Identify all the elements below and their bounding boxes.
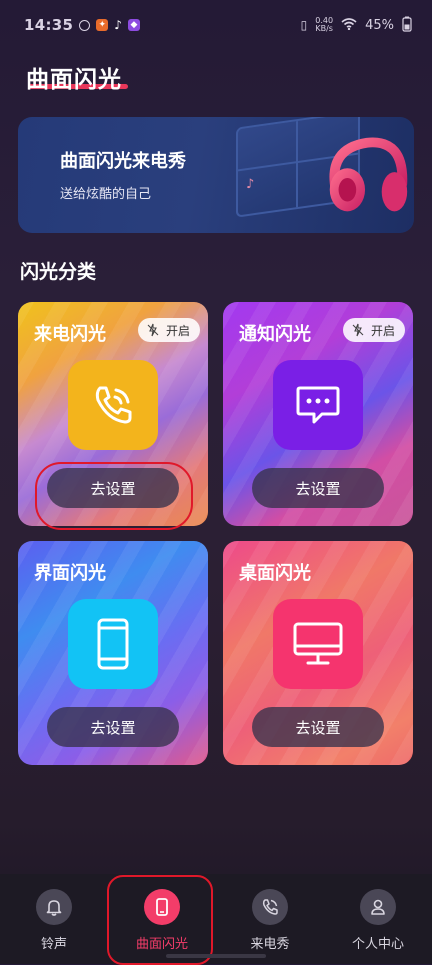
flash-off-icon [147, 323, 159, 337]
network-speed: 0.40 KB/s [315, 17, 333, 33]
banner[interactable]: ♪ 曲面闪光来电秀 送给炫酷的自己 [18, 117, 414, 233]
status-time: 14:35 [24, 16, 74, 34]
nav-label: 来电秀 [250, 937, 290, 952]
card-interface-flash[interactable]: 界面闪光 去设置 [18, 541, 208, 765]
card-title: 桌面闪光 [239, 563, 311, 584]
nav-label: 个人中心 [351, 937, 404, 952]
nav-item-call-show[interactable]: 来电秀 [216, 874, 324, 964]
vibrate-icon: ▯ [300, 18, 308, 32]
set-button[interactable]: 去设置 [47, 468, 179, 508]
sync-icon [79, 19, 91, 31]
card-desktop-flash[interactable]: 桌面闪光 去设置 [223, 541, 413, 765]
nav-item-ringtone[interactable]: 铃声 [0, 874, 108, 964]
page-title: 曲面闪光 [26, 67, 122, 93]
status-left: 14:35 ✦ ♪ ◆ [24, 16, 140, 34]
message-icon [273, 360, 363, 450]
music-note-icon: ♪ [246, 177, 255, 192]
phone-screen-icon [144, 889, 180, 925]
smartphone-icon [68, 599, 158, 689]
status-bar: 14:35 ✦ ♪ ◆ ▯ 0.40 KB/s 45% [0, 0, 432, 50]
nav-item-curved-flash[interactable]: 曲面闪光 [108, 874, 216, 964]
headphone-illustration [329, 137, 408, 212]
card-notification-flash[interactable]: 通知闪光 开启 去设置 [223, 302, 413, 526]
banner-subtitle: 送给炫酷的自己 [60, 187, 152, 202]
toggle-label: 开启 [165, 323, 190, 338]
status-right: ▯ 0.40 KB/s 45% [301, 16, 412, 35]
toggle-pill[interactable]: 开启 [342, 318, 405, 342]
banner-title: 曲面闪光来电秀 [60, 151, 186, 172]
phone-call-icon [68, 360, 158, 450]
battery-icon [402, 16, 412, 35]
battery-level: 45% [365, 17, 394, 33]
wifi-icon [341, 17, 357, 33]
toggle-pill[interactable]: 开启 [137, 318, 200, 342]
app-notification-icon: ✦ [96, 19, 109, 31]
tiktok-icon: ♪ [114, 18, 122, 32]
card-title: 界面闪光 [34, 563, 106, 584]
bottom-nav: 铃声 曲面闪光 来电秀 个人中心 [0, 874, 432, 964]
set-button[interactable]: 去设置 [47, 707, 179, 747]
nav-label: 铃声 [40, 937, 67, 952]
home-indicator [166, 954, 266, 958]
user-icon [360, 889, 396, 925]
monitor-icon [273, 599, 363, 689]
bell-icon [36, 889, 72, 925]
nav-label: 曲面闪光 [135, 937, 188, 952]
nav-item-profile[interactable]: 个人中心 [324, 874, 432, 964]
card-title: 来电闪光 [34, 324, 106, 345]
card-title: 通知闪光 [239, 324, 311, 345]
network-speed-unit: KB/s [315, 24, 333, 33]
flash-off-icon [352, 323, 364, 337]
set-button[interactable]: 去设置 [252, 468, 384, 508]
section-title: 闪光分类 [20, 261, 97, 283]
toggle-label: 开启 [370, 323, 395, 338]
app-notification-icon-2: ◆ [127, 19, 140, 31]
set-button[interactable]: 去设置 [252, 707, 384, 747]
card-call-flash[interactable]: 来电闪光 开启 去设置 [18, 302, 208, 526]
phone-call-icon [252, 889, 288, 925]
